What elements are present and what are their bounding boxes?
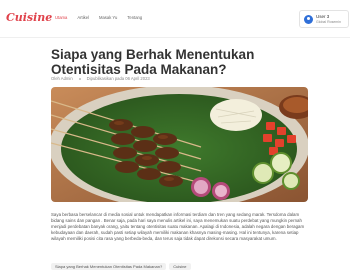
article-body: Saya berbasa berselancar di media sosial…	[51, 212, 305, 241]
nav-item-artikel[interactable]: Artikel	[77, 15, 89, 20]
meta-separator	[78, 77, 81, 80]
main-nav: Utama Artikel Masak Yu Tentang	[55, 15, 142, 20]
user-profile-card[interactable]: User 3 Global Rosemin	[299, 10, 349, 28]
article-meta: Oleh Admin Dipublikasikan pada 06 April …	[51, 76, 150, 81]
nav-item-utama[interactable]: Utama	[55, 15, 67, 20]
article-title: Siapa yang Berhak Menentukan Otentisitas…	[51, 47, 255, 77]
brand-logo[interactable]: Cuisine	[6, 11, 52, 24]
article-author: Oleh Admin	[51, 76, 73, 81]
user-role: Global Rosemin	[316, 20, 341, 24]
top-navigation-bar: Cuisine Utama Artikel Masak Yu Tentang U…	[0, 0, 350, 38]
nav-item-masak-yu[interactable]: Masak Yu	[99, 15, 117, 20]
satay-plate-photo	[51, 87, 308, 202]
article-date: Dipublikasikan pada 06 April 2023	[86, 76, 150, 81]
article-hero-image	[51, 87, 308, 202]
nav-item-tentang[interactable]: Tentang	[127, 15, 142, 20]
user-name: User 3	[316, 14, 330, 19]
tag-chip[interactable]: Siapa yang Berhak Menentukan Otentisitas…	[51, 263, 167, 270]
tag-list: Siapa yang Berhak Menentukan Otentisitas…	[51, 263, 191, 270]
avatar	[304, 15, 313, 24]
tag-chip[interactable]: Cuisine	[169, 263, 191, 270]
